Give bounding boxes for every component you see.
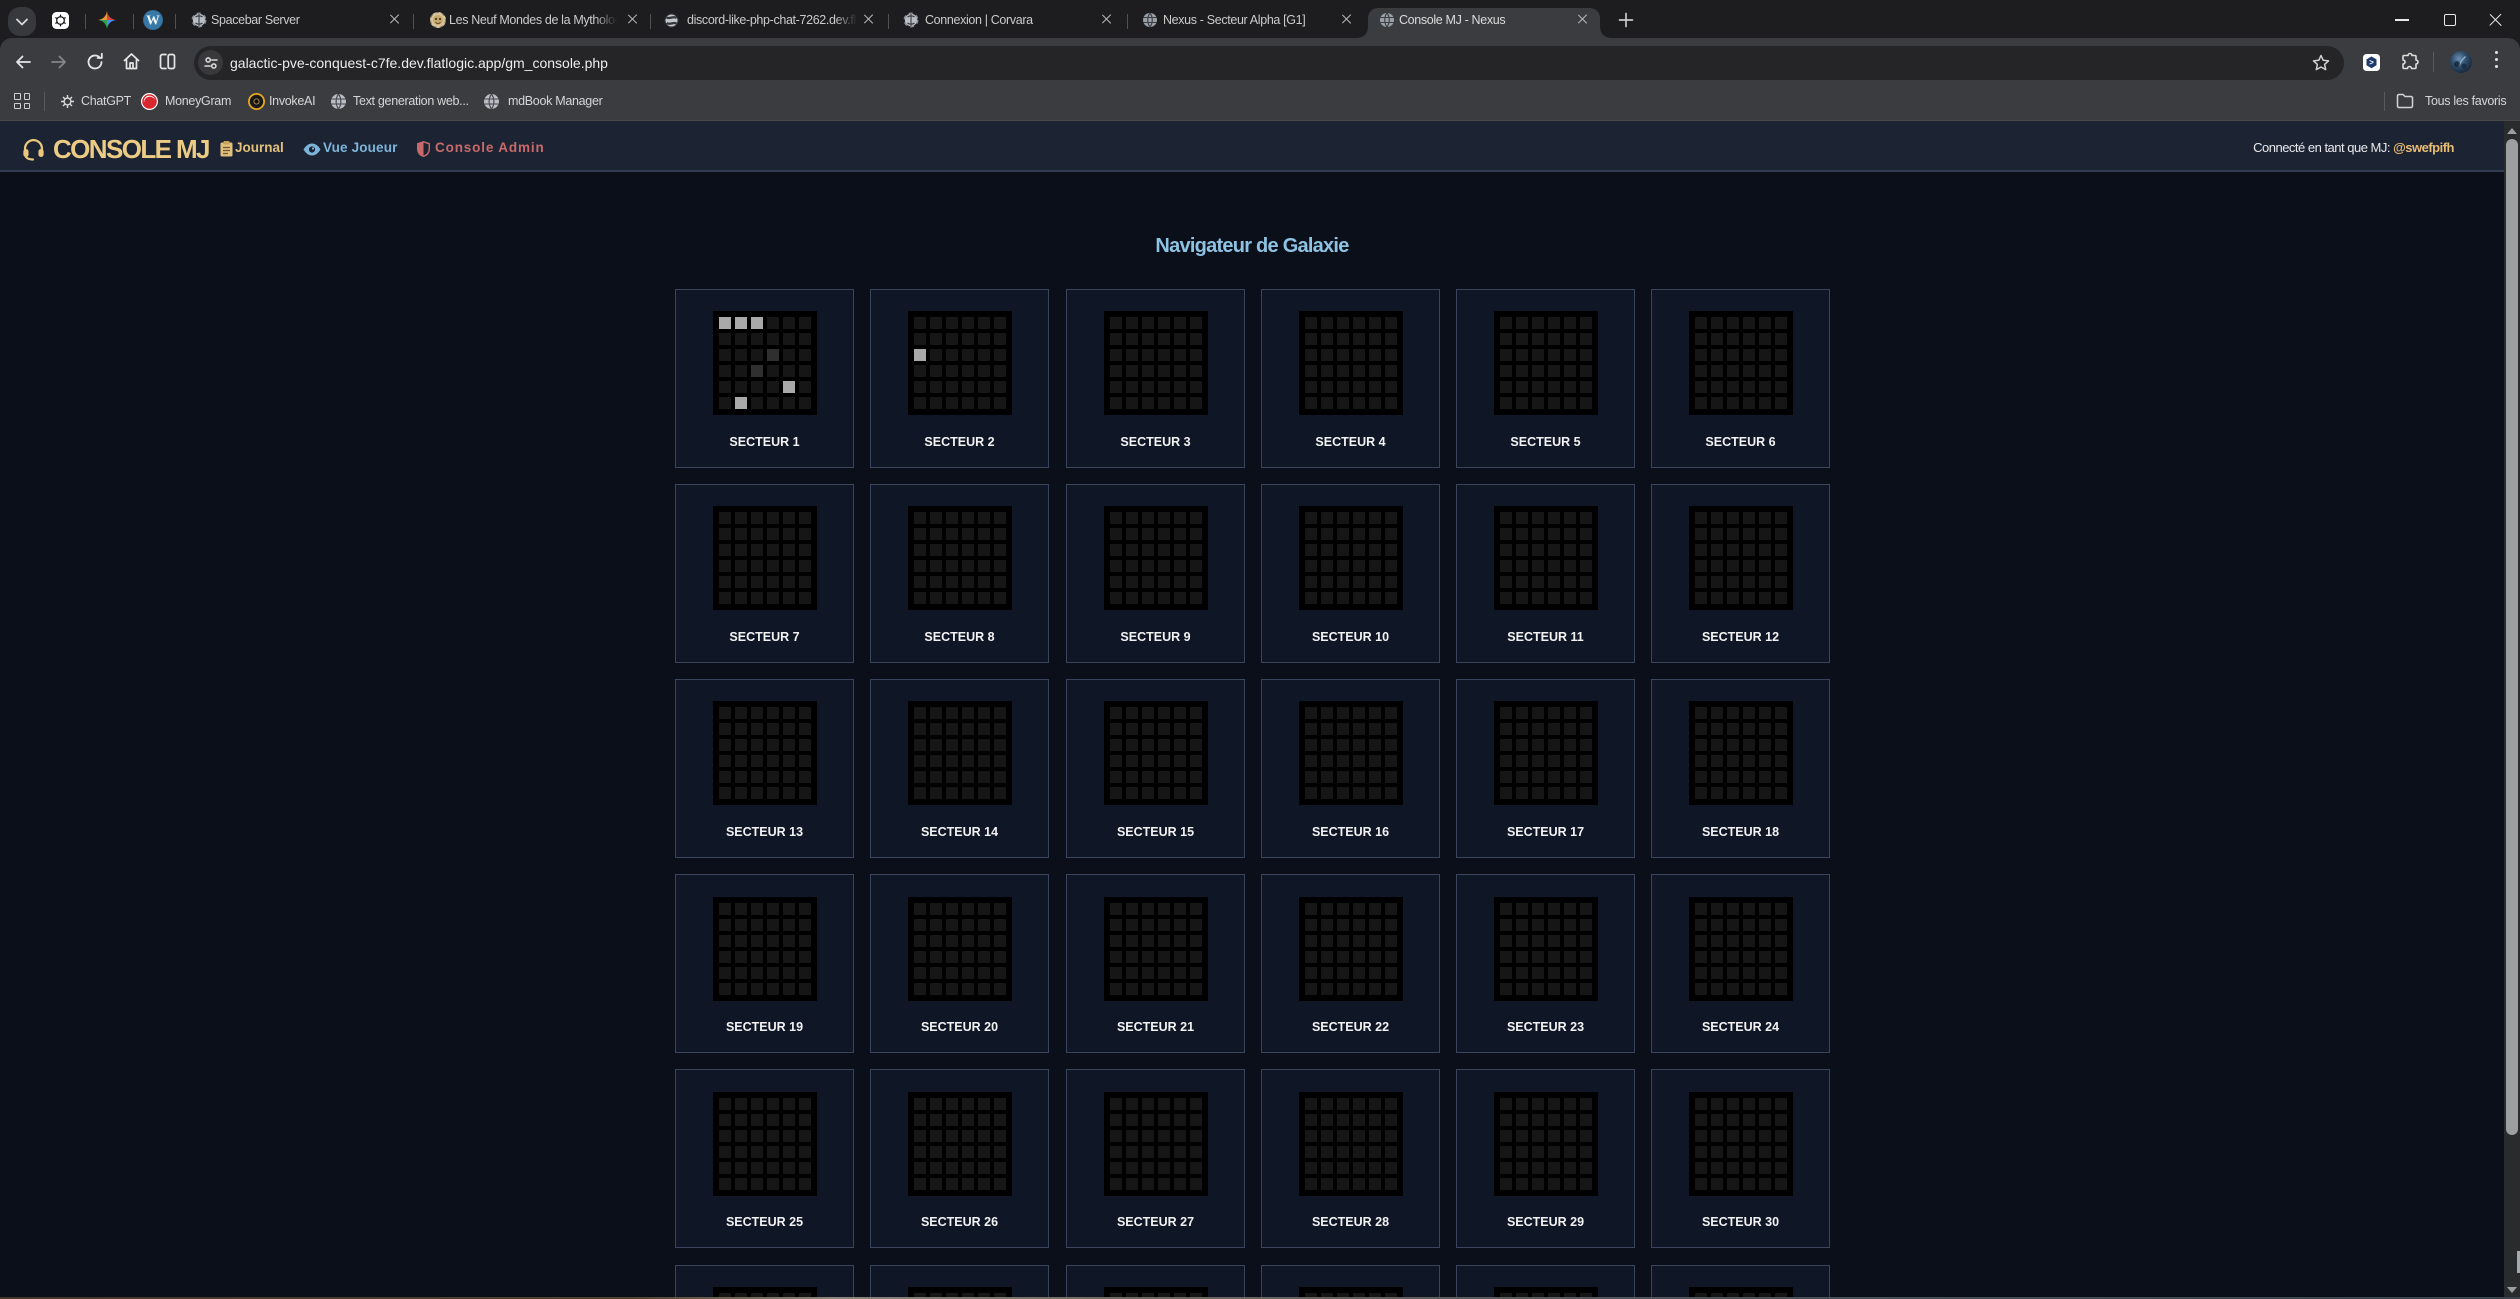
svg-text:W: W bbox=[146, 12, 160, 27]
svg-text:>: > bbox=[2369, 58, 2374, 67]
